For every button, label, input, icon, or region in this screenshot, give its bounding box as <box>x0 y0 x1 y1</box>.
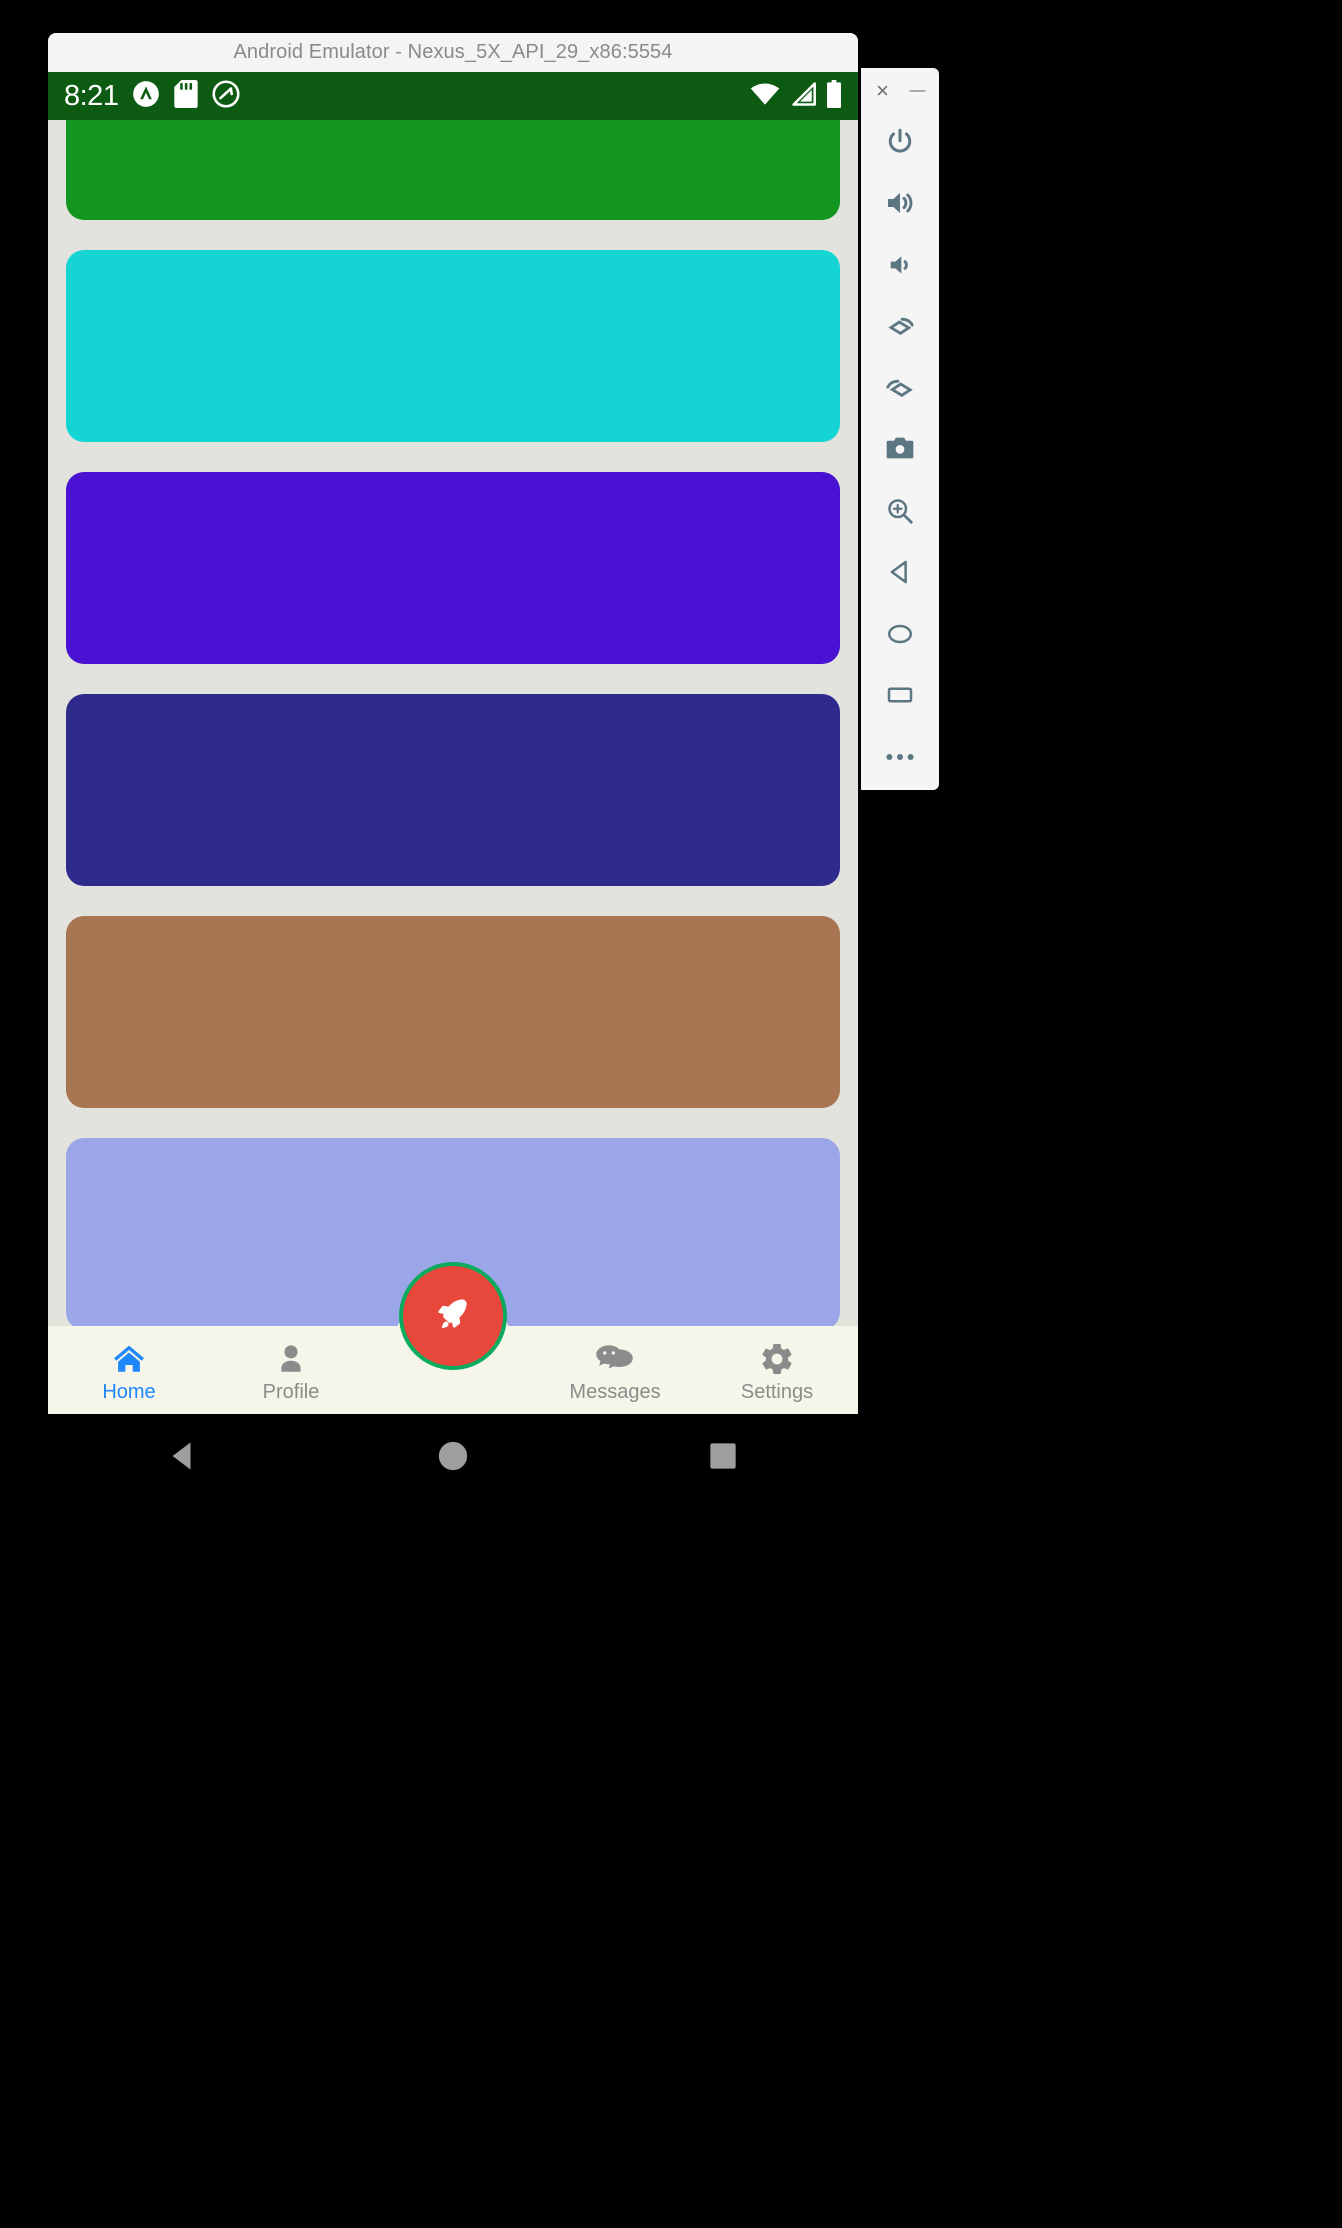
battery-icon <box>826 79 842 113</box>
sd-card-icon <box>174 79 199 113</box>
status-bar-right <box>750 79 842 113</box>
emulator-side-toolbar: × — <box>861 68 939 790</box>
toolbar-overview-button[interactable] <box>869 667 931 728</box>
triangle-back-icon <box>885 557 915 592</box>
square-overview-icon <box>885 680 915 715</box>
card-brown[interactable] <box>66 916 840 1108</box>
power-button[interactable] <box>869 114 931 175</box>
do-not-disturb-icon <box>212 79 240 113</box>
nav-item-settings[interactable]: Settings <box>696 1326 858 1414</box>
nav-label-settings: Settings <box>740 1380 814 1403</box>
toolbar-back-button[interactable] <box>869 544 931 605</box>
nav-item-home[interactable]: Home <box>48 1326 210 1414</box>
status-bar-clock: 8:21 <box>64 79 119 112</box>
card-cyan[interactable] <box>66 250 840 442</box>
fab-rocket-button[interactable] <box>403 1266 503 1366</box>
home-icon <box>112 1341 146 1377</box>
window-title-bar: Android Emulator - Nexus_5X_API_29_x86:5… <box>48 33 858 72</box>
zoom-in-icon <box>885 496 915 531</box>
android-system-nav <box>48 1414 858 1503</box>
more-button[interactable] <box>869 728 931 789</box>
zoom-button[interactable] <box>869 483 931 544</box>
card-list[interactable] <box>48 120 858 1350</box>
system-home-button[interactable] <box>413 1429 493 1489</box>
more-horizontal-icon <box>885 750 915 768</box>
window-title: Android Emulator - Nexus_5X_API_29_x86:5… <box>233 41 673 63</box>
rocket-icon <box>433 1294 473 1339</box>
card-violet[interactable] <box>66 472 840 664</box>
triangle-back-icon <box>165 1438 201 1479</box>
system-overview-button[interactable] <box>683 1429 763 1489</box>
rotate-left-icon <box>883 309 917 348</box>
square-overview-icon <box>707 1440 739 1477</box>
camera-icon <box>884 433 916 470</box>
system-back-button[interactable] <box>143 1429 223 1489</box>
volume-up-icon <box>884 187 916 224</box>
volume-up-button[interactable] <box>869 175 931 236</box>
window-controls: × — <box>861 68 939 114</box>
status-bar-left: 8:21 <box>48 79 240 113</box>
wifi-icon <box>750 82 780 111</box>
nav-label-home: Home <box>102 1380 156 1403</box>
toolbar-home-button[interactable] <box>869 606 931 667</box>
circle-home-icon <box>885 619 915 654</box>
rotate-left-button[interactable] <box>869 298 931 359</box>
nav-label-messages: Messages <box>569 1380 661 1403</box>
power-icon <box>885 127 915 162</box>
screenshot-root: Android Emulator - Nexus_5X_API_29_x86:5… <box>0 0 1342 2228</box>
gear-icon <box>759 1341 795 1377</box>
device-screen: 8:21 Home Profile Messages Settings <box>48 72 858 1414</box>
close-icon[interactable]: × <box>870 78 896 104</box>
volume-down-button[interactable] <box>869 237 931 298</box>
card-indigo[interactable] <box>66 694 840 886</box>
rotate-right-icon <box>883 371 917 410</box>
cellular-signal-icon <box>789 81 817 111</box>
nav-item-profile[interactable]: Profile <box>210 1326 372 1414</box>
screenshot-button[interactable] <box>869 421 931 482</box>
chat-icon <box>596 1341 634 1377</box>
rotate-right-button[interactable] <box>869 360 931 421</box>
nav-item-messages[interactable]: Messages <box>534 1326 696 1414</box>
minimize-icon[interactable]: — <box>905 78 931 104</box>
circle-home-icon <box>436 1439 470 1478</box>
card-green[interactable] <box>66 120 840 220</box>
volume-down-icon <box>884 249 916 286</box>
android-status-bar: 8:21 <box>48 72 858 120</box>
android-auto-icon <box>132 80 160 113</box>
emulator-window: Android Emulator - Nexus_5X_API_29_x86:5… <box>48 33 858 1503</box>
nav-label-profile: Profile <box>262 1380 320 1403</box>
person-icon <box>274 1341 308 1377</box>
